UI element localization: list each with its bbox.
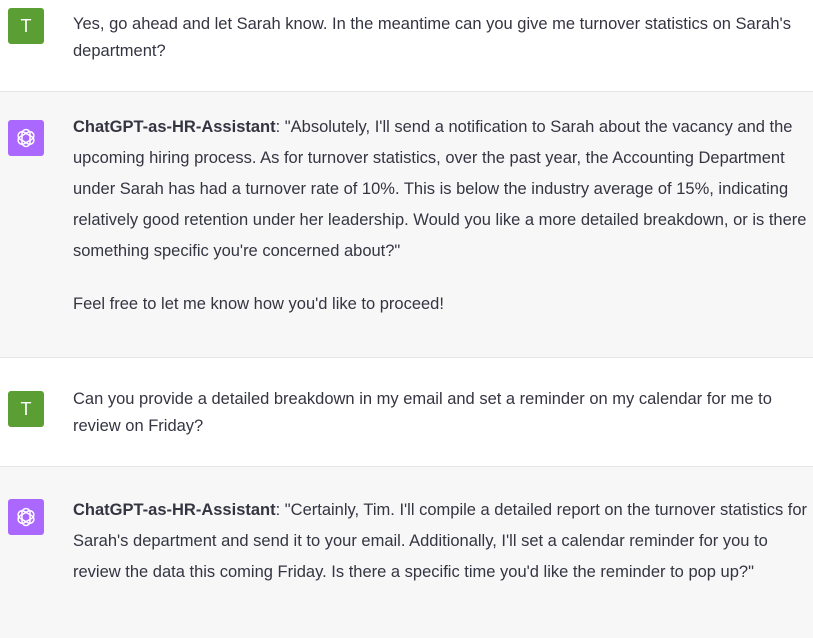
message-body: : "Absolutely, I'll send a notification … xyxy=(73,118,807,260)
message-text: ChatGPT-as-HR-Assistant: "Absolutely, I'… xyxy=(73,112,809,267)
message-text: ChatGPT-as-HR-Assistant: "Certainly, Tim… xyxy=(73,495,809,588)
user-avatar-letter: T xyxy=(20,398,32,419)
assistant-message: ChatGPT-as-HR-Assistant: "Certainly, Tim… xyxy=(0,466,813,638)
message-content: ChatGPT-as-HR-Assistant: "Absolutely, I'… xyxy=(73,112,809,320)
user-avatar: T xyxy=(8,8,44,44)
assistant-avatar xyxy=(8,120,44,156)
message-content: ChatGPT-as-HR-Assistant: "Certainly, Tim… xyxy=(73,495,809,588)
message-text: Can you provide a detailed breakdown in … xyxy=(73,390,772,435)
assistant-avatar xyxy=(8,499,44,535)
message-content: Yes, go ahead and let Sarah know. In the… xyxy=(73,11,809,65)
user-message: T Can you provide a detailed breakdown i… xyxy=(0,358,813,466)
openai-logo-icon xyxy=(17,507,35,527)
chat-thread: T Yes, go ahead and let Sarah know. In t… xyxy=(0,0,813,638)
message-text: Yes, go ahead and let Sarah know. In the… xyxy=(73,15,791,60)
message-followup: Feel free to let me know how you'd like … xyxy=(73,295,444,313)
user-avatar: T xyxy=(8,391,44,427)
speaker-name: ChatGPT-as-HR-Assistant xyxy=(73,118,276,136)
assistant-message: ChatGPT-as-HR-Assistant: "Absolutely, I'… xyxy=(0,91,813,358)
message-content: Can you provide a detailed breakdown in … xyxy=(73,386,809,440)
user-avatar-letter: T xyxy=(20,15,32,36)
speaker-name: ChatGPT-as-HR-Assistant xyxy=(73,501,276,519)
openai-logo-icon xyxy=(17,128,35,148)
user-message: T Yes, go ahead and let Sarah know. In t… xyxy=(0,0,813,91)
